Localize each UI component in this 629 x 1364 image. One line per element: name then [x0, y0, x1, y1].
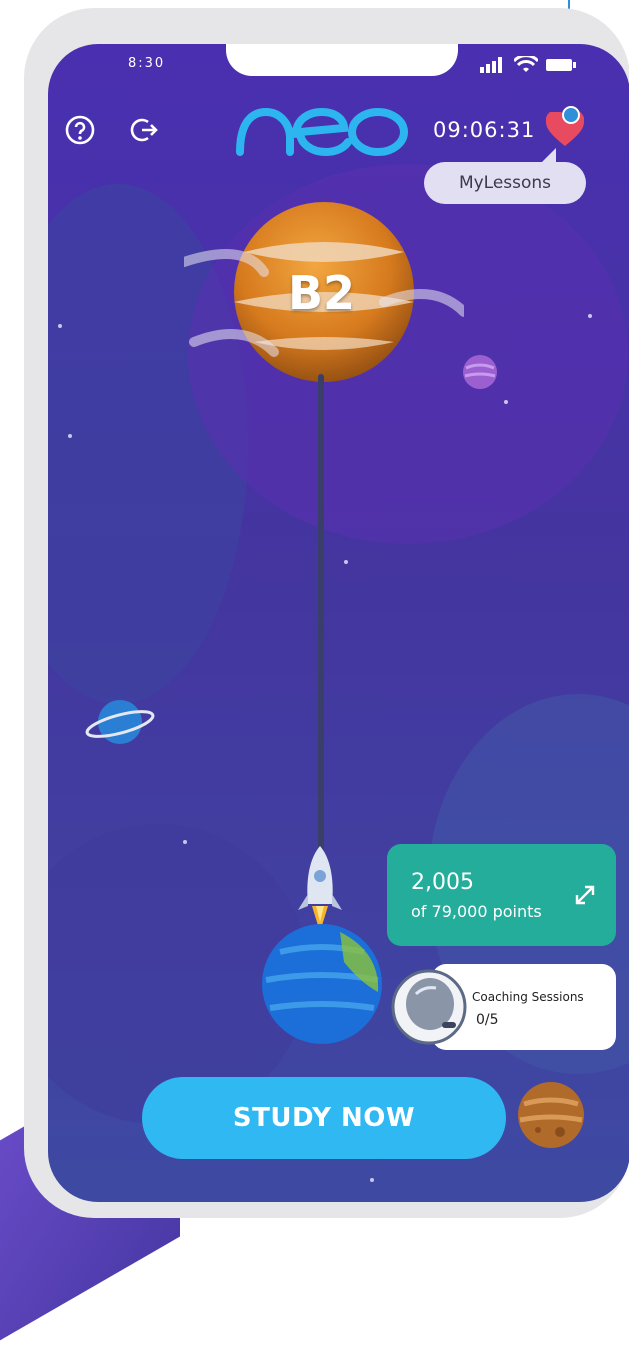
neo-logo	[236, 107, 408, 157]
study-now-button[interactable]: STUDY NOW	[142, 1077, 506, 1159]
star	[588, 314, 592, 318]
astronaut-helmet-icon	[391, 969, 467, 1045]
next-planet-icon[interactable]	[516, 1080, 586, 1150]
signal-icon	[480, 57, 502, 73]
logout-icon[interactable]	[128, 114, 160, 146]
points-card[interactable]: 2,005 of 79,000 points	[387, 844, 616, 946]
star	[58, 324, 62, 328]
wifi-icon	[514, 56, 538, 72]
coaching-label: Coaching Sessions	[472, 990, 584, 1004]
app-screen: 8:30 09:06:31 MyLessons B2 2,005 of 79,0…	[48, 44, 629, 1202]
star	[183, 840, 187, 844]
home-planet-icon	[262, 924, 382, 1044]
star	[370, 1178, 374, 1182]
phone-notch	[226, 44, 458, 76]
expand-icon[interactable]	[574, 884, 596, 906]
status-icons	[480, 56, 576, 74]
star	[68, 434, 72, 438]
star	[504, 400, 508, 404]
small-planet-icon	[463, 355, 497, 389]
annotation-dot	[562, 106, 580, 124]
battery-icon	[546, 59, 576, 71]
points-value: 2,005	[411, 870, 474, 895]
level-label: B2	[288, 266, 356, 320]
coaching-value: 0/5	[476, 1012, 499, 1028]
star	[344, 560, 348, 564]
help-circle-icon[interactable]	[64, 114, 96, 146]
session-timer: 09:06:31	[433, 118, 536, 142]
ringed-planet-icon	[85, 700, 155, 744]
points-total: of 79,000 points	[411, 902, 542, 921]
progress-trail	[318, 374, 324, 854]
status-time: 8:30	[128, 56, 166, 71]
